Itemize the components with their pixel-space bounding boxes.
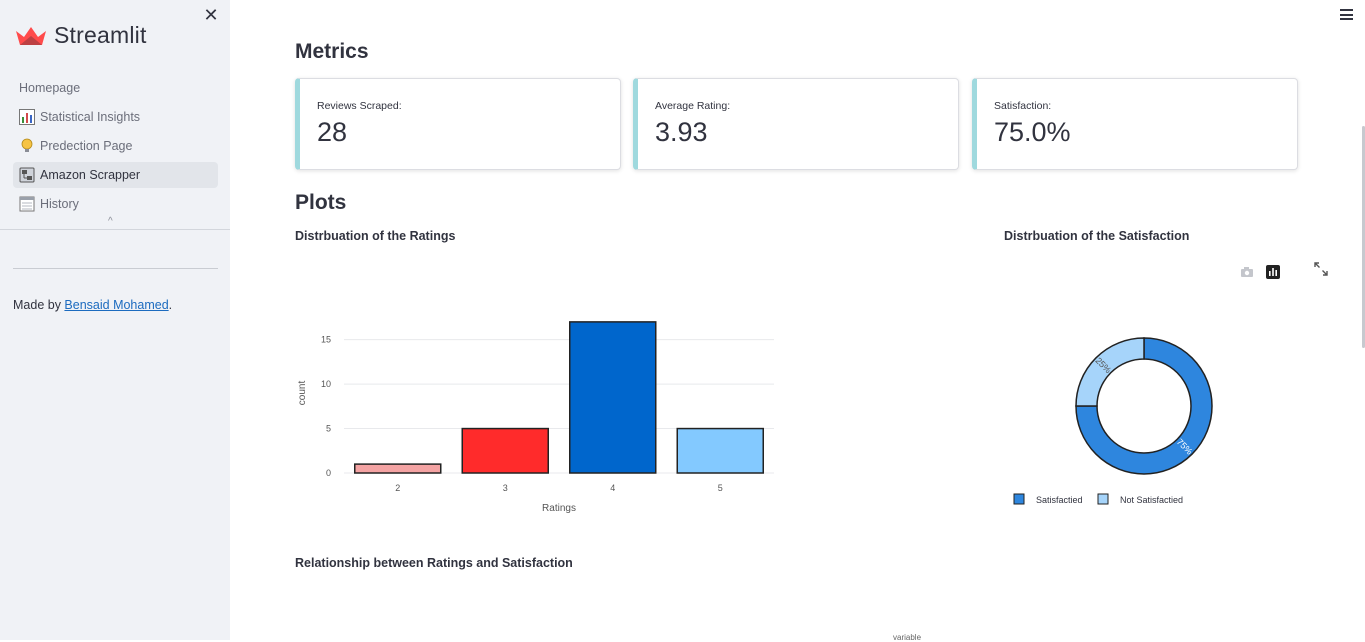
- y-tick-label: 10: [321, 379, 331, 389]
- relationship-legend-title: variable: [893, 633, 922, 642]
- metric-label: Satisfaction:: [994, 100, 1052, 112]
- streamlit-crown-icon: [16, 26, 46, 45]
- y-axis-title: count: [297, 381, 308, 406]
- main-menu-icon[interactable]: [1340, 9, 1353, 20]
- metric-label: Average Rating:: [655, 100, 731, 112]
- metric-card-satisfaction: Satisfaction: 75.0%: [972, 78, 1298, 170]
- bar: [569, 321, 657, 474]
- legend-label: Satisfactied: [1036, 495, 1083, 505]
- y-tick-label: 15: [321, 335, 331, 345]
- camera-icon[interactable]: [1239, 265, 1255, 279]
- donut-slice: [1075, 337, 1145, 407]
- plots-heading: Plots: [295, 191, 347, 214]
- metric-value: 28: [317, 117, 348, 147]
- sidebar-nav: Homepage Statistical Insights Predection…: [13, 75, 218, 220]
- y-tick-label: 5: [326, 424, 331, 434]
- author-link[interactable]: Bensaid Mohamed: [64, 298, 168, 312]
- x-tick-label: 4: [610, 483, 615, 493]
- bar: [676, 427, 764, 474]
- ratings-plot-title: Distrbuation of the Ratings: [295, 229, 456, 243]
- streamlit-logo: Streamlit: [14, 22, 147, 49]
- x-tick-label: 3: [503, 483, 508, 493]
- made-by-text: Made by Bensaid Mohamed.: [13, 298, 172, 312]
- legend-swatch: [1097, 493, 1109, 505]
- satisfaction-donut-chart: 75%25%Satisfactied Not Satisfactied: [1013, 337, 1213, 505]
- nav-divider: [0, 229, 230, 230]
- sidebar-item-homepage[interactable]: Homepage: [13, 75, 218, 101]
- sidebar-item-amazon-scrapper[interactable]: Amazon Scrapper: [13, 162, 218, 188]
- brand-name: Streamlit: [54, 22, 147, 48]
- close-sidebar-button[interactable]: ✕: [202, 6, 220, 24]
- metric-card-reviews: Reviews Scraped: 28: [295, 78, 621, 170]
- ratings-bar-chart: 0 5 10 15 2 3 4 5 Ratings count: [297, 321, 774, 514]
- scraper-icon: [19, 167, 35, 183]
- metric-value: 75.0%: [994, 117, 1071, 147]
- x-axis-title: Ratings: [542, 503, 576, 514]
- metrics-heading: Metrics: [295, 40, 369, 63]
- metric-card-average-rating: Average Rating: 3.93: [633, 78, 959, 170]
- metric-value: 3.93: [655, 117, 708, 147]
- x-tick-label: 5: [718, 483, 723, 493]
- plotly-logo-icon[interactable]: [1265, 265, 1281, 279]
- bar: [354, 463, 442, 474]
- sidebar-item-predection-page[interactable]: Predection Page: [13, 133, 218, 159]
- fullscreen-expand-icon[interactable]: [1314, 262, 1328, 276]
- calendar-icon: [19, 196, 35, 212]
- sidebar-item-history[interactable]: History: [13, 191, 218, 217]
- made-by-prefix: Made by: [13, 298, 65, 312]
- relationship-plot-title: Relationship between Ratings and Satisfa…: [295, 556, 573, 570]
- sidebar-item-label: History: [40, 197, 79, 211]
- sidebar: ✕ Streamlit Homepage Statistical Insight…: [0, 0, 230, 640]
- bar-chart-icon: [19, 109, 35, 125]
- sidebar-item-label: Homepage: [19, 81, 81, 95]
- sidebar-item-label: Predection Page: [40, 139, 133, 153]
- plot-modebar: [1239, 265, 1291, 279]
- sidebar-item-statistical-insights[interactable]: Statistical Insights: [13, 104, 218, 130]
- collapse-nav-chevron-icon[interactable]: ^: [108, 216, 113, 227]
- satisfaction-plot-title: Distrbuation of the Satisfaction: [1004, 229, 1190, 243]
- sidebar-divider: [13, 268, 218, 269]
- y-tick-label: 0: [326, 468, 331, 478]
- bar: [461, 427, 549, 474]
- sidebar-item-label: Statistical Insights: [40, 110, 141, 124]
- metric-label: Reviews Scraped:: [317, 100, 402, 112]
- sidebar-item-label: Amazon Scrapper: [40, 168, 141, 182]
- lightbulb-icon: [19, 138, 35, 154]
- x-tick-label: 2: [395, 483, 400, 493]
- legend-label: Not Satisfactied: [1120, 495, 1183, 505]
- made-by-suffix: .: [168, 298, 173, 312]
- legend-swatch: [1013, 493, 1025, 505]
